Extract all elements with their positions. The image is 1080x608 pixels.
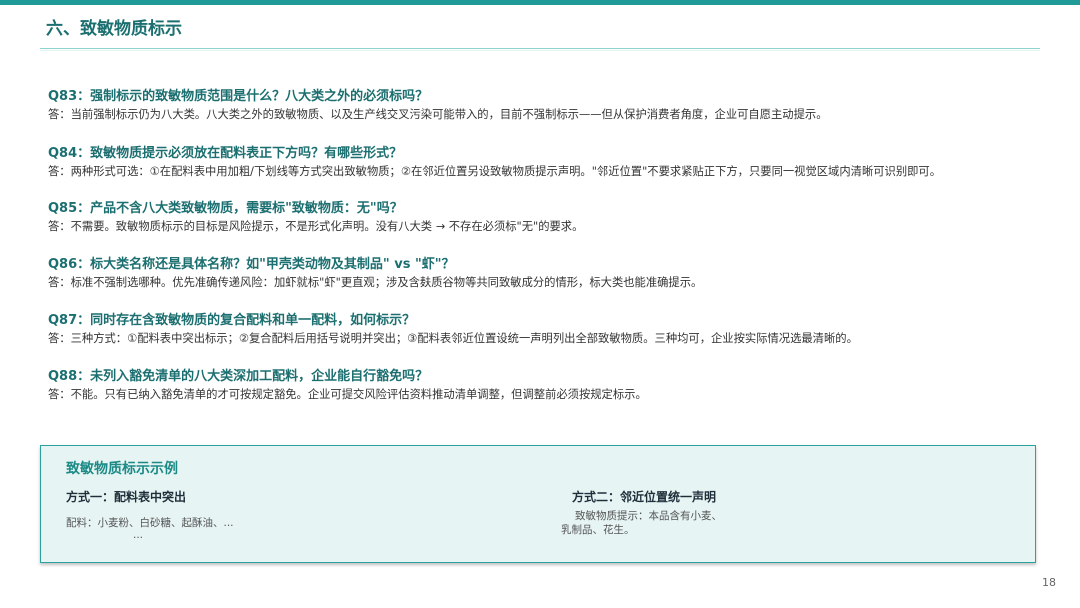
faq-question: Q85：产品不含八大类致敏物质，需要标"致敏物质：无"吗？: [48, 201, 403, 216]
example-panel: 致敏物质标示示例 方式一：配料表中突出 方式二：邻近位置统一声明 配料：小麦粉、…: [40, 445, 1036, 563]
faq-question: Q87：同时存在含致敏物质的复合配料和单一配料，如何标示？: [48, 313, 416, 328]
faq-answer: 答：两种形式可选：①在配料表中用加粗/下划线等方式突出致敏物质；②在邻近位置另设…: [48, 165, 942, 178]
title-divider: [40, 48, 1040, 49]
faq-item-q84: Q84：致敏物质提示必须放在配料表正下方吗？有哪些形式？ 答：两种形式可选：①在…: [48, 145, 1048, 180]
top-accent-bar: [0, 0, 1080, 5]
faq-question: Q86：标大类名称还是具体名称？如"甲壳类动物及其制品" vs "虾"？: [48, 257, 455, 272]
faq-answer: 答：三种方式：①配料表中突出标示；②复合配料后用括号说明并突出；③配料表邻近位置…: [48, 332, 858, 345]
faq-answer: 答：不需要。致敏物质标示的目标是风险提示，不是形式化声明。没有八大类 → 不存在…: [48, 220, 584, 233]
method-one-example-line1: 配料：小麦粉、白砂糖、起酥油、...: [66, 517, 234, 529]
faq-item-q86: Q86：标大类名称还是具体名称？如"甲壳类动物及其制品" vs "虾"？ 答：标…: [48, 256, 1048, 291]
faq-answer: 答：不能。只有已纳入豁免清单的才可按规定豁免。企业可提交风险评估资料推动清单调整…: [48, 388, 647, 401]
method-one-label: 方式一：配料表中突出: [66, 490, 187, 504]
method-one-example-line2: ...: [133, 529, 144, 541]
faq-question: Q84：致敏物质提示必须放在配料表正下方吗？有哪些形式？: [48, 146, 403, 161]
example-title: 致敏物质标示示例: [66, 461, 178, 477]
faq-question: Q83：强制标示的致敏物质范围是什么？八大类之外的必须标吗？: [48, 89, 429, 104]
faq-answer: 答：当前强制标示仍为八大类。八大类之外的致敏物质、以及生产线交叉污染可能带入的，…: [48, 108, 828, 121]
method-two-example-line1: 致敏物质提示：本品含有小麦、: [575, 510, 722, 522]
page-number: 18: [1042, 576, 1056, 589]
faq-item-q85: Q85：产品不含八大类致敏物质，需要标"致敏物质：无"吗？ 答：不需要。致敏物质…: [48, 200, 1048, 235]
faq-item-q87: Q87：同时存在含致敏物质的复合配料和单一配料，如何标示？ 答：三种方式：①配料…: [48, 312, 1048, 347]
faq-answer: 答：标准不强制选哪种。优先准确传递风险：加虾就标"虾"更直观；涉及含麸质谷物等共…: [48, 276, 703, 289]
faq-item-q83: Q83：强制标示的致敏物质范围是什么？八大类之外的必须标吗？ 答：当前强制标示仍…: [48, 88, 1048, 123]
title-divider-shadow: [40, 50, 1040, 51]
method-two-example-line2: 乳制品、花生。: [561, 524, 635, 536]
faq-question: Q88：未列入豁免清单的八大类深加工配料，企业能自行豁免吗？: [48, 369, 429, 384]
method-two-label: 方式二：邻近位置统一声明: [572, 490, 717, 504]
page-title: 六、致敏物质标示: [46, 19, 182, 39]
faq-item-q88: Q88：未列入豁免清单的八大类深加工配料，企业能自行豁免吗？ 答：不能。只有已纳…: [48, 368, 1048, 403]
